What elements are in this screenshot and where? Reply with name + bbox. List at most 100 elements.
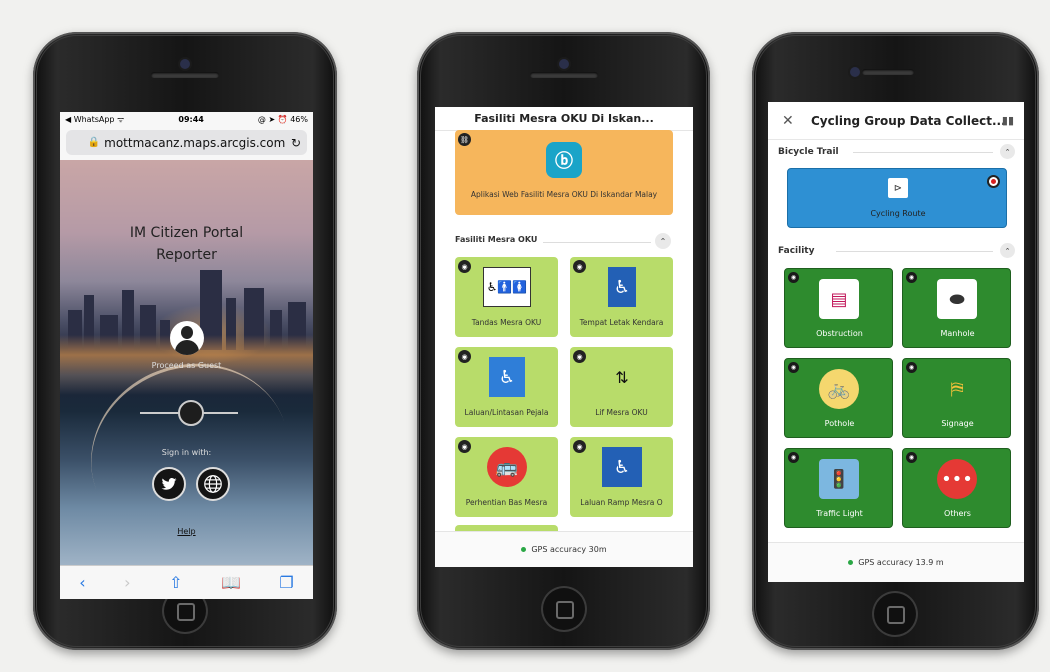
tile-label: Laluan/Lintasan Pejala xyxy=(464,408,549,417)
clock: 09:44 xyxy=(178,114,204,124)
elevator-icon: ⇅ xyxy=(615,367,629,387)
chevron-up-icon[interactable]: ⌃ xyxy=(655,233,671,249)
camera-icon: ◉ xyxy=(573,440,586,453)
ramp-icon: ♿ xyxy=(602,447,642,487)
safari-toolbar: ‹ › ⇧ 📖 ❐ xyxy=(60,565,313,599)
close-icon[interactable]: ✕ xyxy=(782,113,794,129)
gps-accuracy: GPS accuracy 13.9 m xyxy=(858,558,944,567)
phone-2-screen: Fasiliti Mesra OKU Di Iskan... ⛓ ⓑ Aplik… xyxy=(435,107,693,567)
more-icon: ••• xyxy=(937,459,977,499)
tile-label: Lif Mesra OKU xyxy=(595,408,648,417)
reload-icon[interactable]: ↻ xyxy=(291,136,301,150)
group-title: Fasiliti Mesra OKU xyxy=(455,235,538,244)
camera-icon: ◉ xyxy=(573,350,586,363)
portal-title: IM Citizen Portal Reporter xyxy=(60,222,313,266)
help-link[interactable]: Help xyxy=(60,527,313,536)
tile-obstruction[interactable]: ◉ ▤ Obstruction xyxy=(784,268,893,348)
group-header-facility: Facility ⌃ xyxy=(778,243,1015,258)
speaker-grille xyxy=(530,72,598,78)
url-field[interactable]: 🔒 mottmacanz.maps.arcgis.com ↻ xyxy=(66,130,307,155)
web-app-button[interactable]: ⛓ ⓑ Aplikasi Web Fasiliti Mesra OKU Di I… xyxy=(455,130,673,215)
parking-icon: ♿ xyxy=(608,267,636,307)
status-indicators: @ ➤ ⏰ 46% xyxy=(257,114,308,124)
app-header: ✕ Cycling Group Data Collect... ▮▮ xyxy=(768,102,1024,140)
tile-label: Tempat Letak Kendara xyxy=(579,318,664,327)
tile-tandas[interactable]: ◉ ♿🚹🚺 Tandas Mesra OKU xyxy=(455,257,558,337)
gps-status-bar: GPS accuracy 13.9 m xyxy=(768,542,1024,582)
web-app-label: Aplikasi Web Fasiliti Mesra OKU Di Iskan… xyxy=(470,190,658,199)
guest-user-icon[interactable] xyxy=(170,321,204,355)
gps-status-bar: GPS accuracy 30m xyxy=(435,531,693,567)
camera-icon: ◉ xyxy=(788,362,799,373)
back-icon[interactable]: ‹ xyxy=(79,573,85,592)
tile-label: Tandas Mesra OKU xyxy=(471,318,542,327)
tile-label: Others xyxy=(944,509,971,518)
arcgis-login-icon[interactable] xyxy=(178,400,204,426)
app-title: Fasiliti Mesra OKU Di Iskan... xyxy=(474,112,654,125)
speaker-grille xyxy=(862,69,914,75)
share-icon[interactable]: ⇧ xyxy=(169,573,182,592)
stage: ◀ WhatsApp ᯤ 09:44 @ ➤ ⏰ 46% 🔒 mottmacan… xyxy=(0,0,1050,672)
app-header: Fasiliti Mesra OKU Di Iskan... xyxy=(435,107,693,131)
home-button[interactable] xyxy=(872,591,918,637)
tile-manhole[interactable]: ◉ ⬬ Manhole xyxy=(902,268,1011,348)
tabs-icon[interactable]: ❐ xyxy=(279,573,293,592)
tile-lif[interactable]: ◉ ⇅ Lif Mesra OKU xyxy=(570,347,673,427)
tile-signage[interactable]: ◉ ⛿ Signage xyxy=(902,358,1011,438)
safari-address-bar: 🔒 mottmacanz.maps.arcgis.com ↻ xyxy=(60,126,313,160)
group-header-fasiliti: Fasiliti Mesra OKU ⌃ xyxy=(455,233,673,249)
tile-ramp[interactable]: ◉ ♿ Laluan Ramp Mesra O xyxy=(570,437,673,517)
tile-pothole[interactable]: ◉ 🚲 Pothole xyxy=(784,358,893,438)
tile-label: Laluan Ramp Mesra O xyxy=(580,498,663,507)
gps-dot-icon xyxy=(848,560,854,565)
group-title: Facility xyxy=(778,246,815,256)
obstruction-icon: ▤ xyxy=(819,279,859,319)
tile-label: Obstruction xyxy=(816,329,863,338)
route-label: Cycling Route xyxy=(870,209,926,218)
link-icon: ⛓ xyxy=(458,133,471,146)
camera-icon: ◉ xyxy=(788,272,799,283)
sign-in-label: Sign in with: xyxy=(161,448,212,457)
tile-traffic-light[interactable]: ◉ 🚦 Traffic Light xyxy=(784,448,893,528)
chevron-up-icon[interactable]: ⌃ xyxy=(1000,144,1015,159)
tile-label: Pothole xyxy=(824,419,855,428)
tile-label: Traffic Light xyxy=(816,509,863,518)
tile-bus[interactable]: ◉ 🚌 Perhentian Bas Mesra xyxy=(455,437,558,517)
proceed-as-guest-link[interactable]: Proceed as Guest xyxy=(60,361,313,370)
tile-laluan[interactable]: ◉ ♿ Laluan/Lintasan Pejala xyxy=(455,347,558,427)
tile-parking[interactable]: ◉ ♿ Tempat Letak Kendara xyxy=(570,257,673,337)
record-icon[interactable] xyxy=(987,175,1000,188)
chevron-up-icon[interactable]: ⌃ xyxy=(1000,243,1015,258)
cycling-route-button[interactable]: ⊳ Cycling Route xyxy=(787,168,1007,228)
camera-icon: ◉ xyxy=(788,452,799,463)
phone-3-screen: ✕ Cycling Group Data Collect... ▮▮ Bicyc… xyxy=(768,102,1024,582)
url-text: mottmacanz.maps.arcgis.com xyxy=(104,135,286,150)
traffic-light-icon: 🚦 xyxy=(819,459,859,499)
portal-title-line1: IM Citizen Portal xyxy=(129,225,244,241)
tile-others[interactable]: ◉ ••• Others xyxy=(902,448,1011,528)
camera-icon: ◉ xyxy=(458,260,471,273)
camera-icon: ◉ xyxy=(458,440,471,453)
bookmarks-icon[interactable]: 📖 xyxy=(221,573,241,592)
toilet-icon: ♿🚹🚺 xyxy=(483,267,531,307)
divider-line xyxy=(836,251,993,252)
status-bar: ◀ WhatsApp ᯤ 09:44 @ ➤ ⏰ 46% xyxy=(60,112,313,126)
manhole-icon: ⬬ xyxy=(937,279,977,319)
map-icon[interactable]: ▮▮ xyxy=(1002,114,1014,127)
phone-1-screen: ◀ WhatsApp ᯤ 09:44 @ ➤ ⏰ 46% 🔒 mottmacan… xyxy=(60,112,313,599)
camera-icon: ◉ xyxy=(906,272,917,283)
divider-line xyxy=(543,242,651,243)
route-icon: ⊳ xyxy=(888,178,908,198)
forward-icon[interactable]: › xyxy=(124,573,130,592)
home-button[interactable] xyxy=(541,586,587,632)
divider-line xyxy=(853,152,993,153)
front-camera-icon xyxy=(850,67,860,77)
tile-label: Perhentian Bas Mesra xyxy=(465,498,548,507)
globe-icon[interactable] xyxy=(196,467,230,501)
portal-title-line2: Reporter xyxy=(156,247,217,263)
twitter-icon[interactable] xyxy=(152,467,186,501)
pothole-icon: 🚲 xyxy=(819,369,859,409)
camera-icon: ◉ xyxy=(906,362,917,373)
group-header-bicycle-trail: Bicycle Trail ⌃ xyxy=(778,144,1015,159)
web-app-logo-icon: ⓑ xyxy=(546,142,582,178)
